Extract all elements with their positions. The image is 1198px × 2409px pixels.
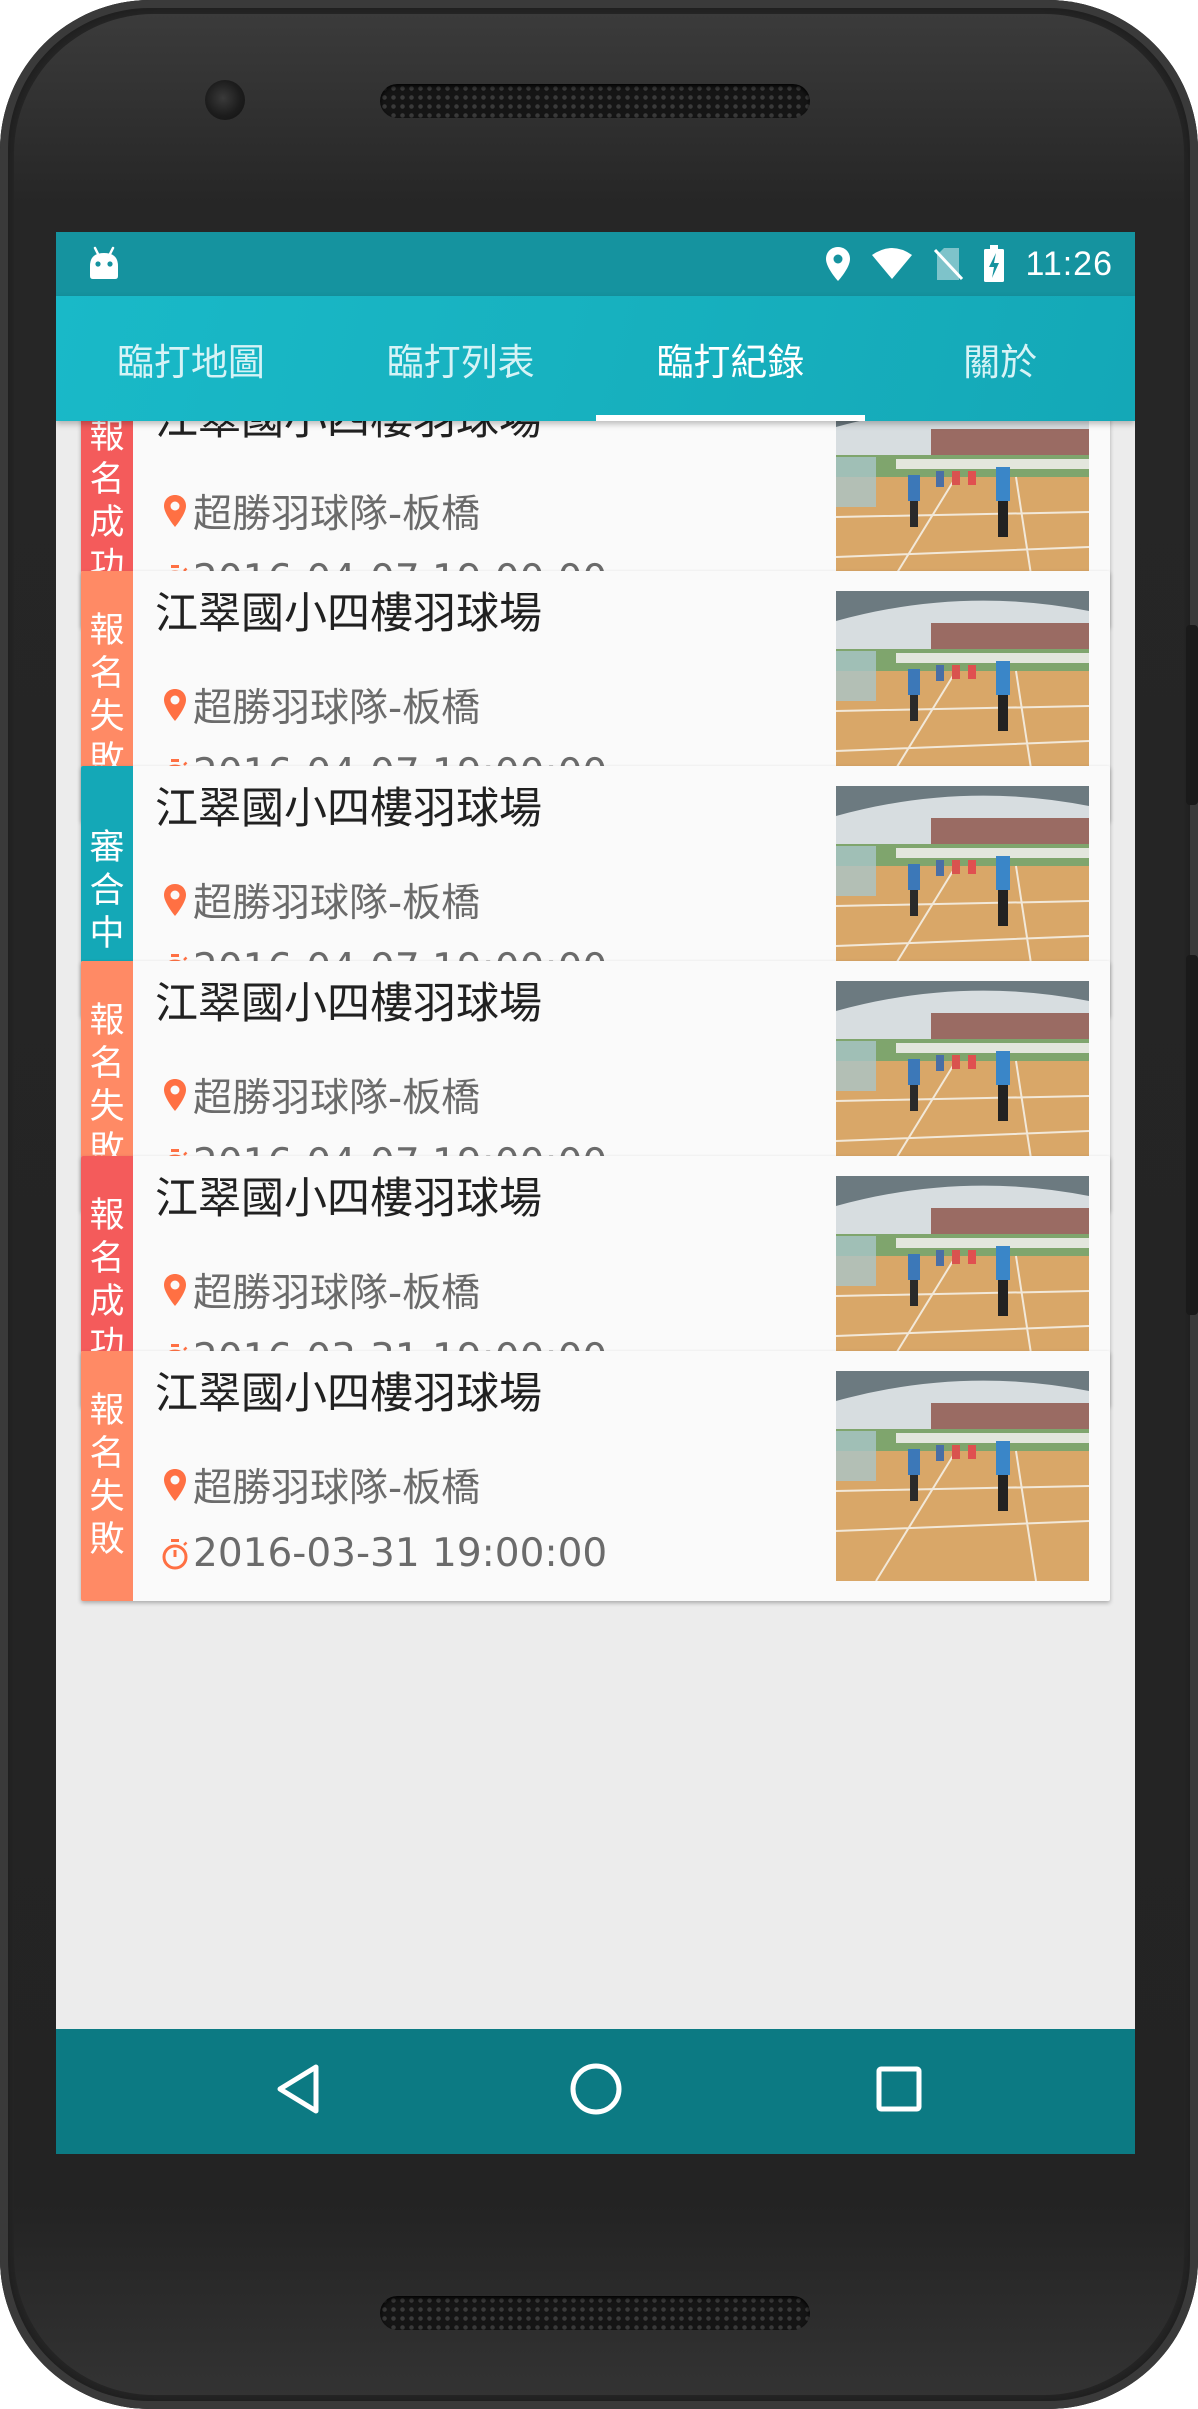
status-char: 名 [89,460,125,500]
location-pin-icon [164,884,186,916]
status-clock: 11:26 [1025,244,1113,283]
venue-name: 江翠國小四樓羽球場 [155,784,542,834]
tab-bar: 臨打地圖 臨打列表 臨打紀錄 關於 [56,296,1135,421]
team-row: 超勝羽球隊-板橋 [161,1262,480,1318]
status-char: 報 [89,1196,125,1236]
team-name: 超勝羽球隊-板橋 [193,1271,481,1316]
datetime-row: 2016-03-31 19:00:00 [161,1531,607,1576]
team-name: 超勝羽球隊-板橋 [193,686,481,731]
tab-label: 關於 [963,340,1038,384]
status-badge: 報名失敗 [81,1351,133,1601]
venue-name: 江翠國小四樓羽球場 [155,1174,542,1224]
status-char: 報 [89,421,125,457]
wifi-icon [872,248,913,279]
team-row: 超勝羽球隊-板橋 [161,677,480,733]
status-char: 名 [89,1434,125,1474]
location-pin-icon [164,689,186,721]
android-icon [90,246,118,279]
record-card[interactable]: 報名失敗江翠國小四樓羽球場 超勝羽球隊-板橋 2016-03-31 19:00:00 [81,1351,1110,1601]
team-row: 超勝羽球隊-板橋 [161,483,480,539]
venue-name: 江翠國小四樓羽球場 [155,421,542,447]
location-pin-icon [164,1274,186,1306]
status-char: 成 [89,1282,125,1322]
location-pin-icon [164,495,186,527]
venue-name: 江翠國小四樓羽球場 [155,1369,542,1419]
tab-label: 臨打紀錄 [656,340,805,384]
record-list[interactable]: 報名成功江翠國小四樓羽球場超勝羽球隊-板橋2016-04-07 19:00:00… [56,421,1135,2029]
status-char: 名 [89,1239,125,1279]
back-icon[interactable] [270,2059,330,2119]
location-pin-icon [164,1469,186,1501]
status-char: 失 [89,697,125,737]
tab-label: 臨打地圖 [116,340,265,384]
location-pin-icon [164,1079,186,1111]
team-name: 超勝羽球隊-板橋 [193,1466,481,1511]
tab-records[interactable]: 臨打紀錄 [595,296,866,421]
volume-button [1186,955,1198,1315]
navigation-bar [56,2029,1135,2154]
team-row: 超勝羽球隊-板橋 [161,1457,480,1513]
status-char: 成 [89,503,125,543]
battery-charging-icon [984,245,1005,282]
status-char: 報 [89,1391,125,1431]
datetime: 2016-03-31 19:00:00 [193,1531,608,1576]
tab-list[interactable]: 臨打列表 [326,296,596,421]
tab-map[interactable]: 臨打地圖 [56,296,326,421]
status-icons: 11:26 [825,232,1113,296]
tab-about[interactable]: 關於 [865,296,1135,421]
status-char: 名 [89,1044,125,1084]
power-button [1186,625,1198,805]
status-char: 名 [89,654,125,694]
court-photo [836,1371,1089,1581]
status-char: 敗 [89,1520,125,1560]
team-row: 超勝羽球隊-板橋 [161,1067,480,1123]
tab-label: 臨打列表 [386,340,535,384]
status-char: 中 [89,913,125,954]
team-name: 超勝羽球隊-板橋 [193,1076,481,1121]
top-speaker [380,84,810,118]
team-row: 超勝羽球隊-板橋 [161,872,480,928]
venue-name: 江翠國小四樓羽球場 [155,589,542,639]
status-char: 合 [89,870,125,911]
screen: 11:26 臨打地圖 臨打列表 臨打紀錄 關於 報名成功江翠國小四樓羽球場超勝羽… [56,232,1135,2154]
status-char: 報 [89,611,125,651]
team-name: 超勝羽球隊-板橋 [193,492,481,537]
bottom-speaker [380,2296,810,2330]
no-sim-icon [934,248,964,281]
home-icon[interactable] [566,2059,626,2119]
status-char: 失 [89,1477,125,1517]
venue-name: 江翠國小四樓羽球場 [155,979,542,1029]
status-char: 失 [89,1087,125,1127]
recents-icon[interactable] [869,2059,929,2119]
status-char: 報 [89,1001,125,1041]
status-bar: 11:26 [56,232,1135,296]
status-char: 審 [89,827,125,868]
team-name: 超勝羽球隊-板橋 [193,881,481,926]
stopwatch-icon [162,1538,188,1569]
front-camera [205,80,245,120]
phone-frame: 11:26 臨打地圖 臨打列表 臨打紀錄 關於 報名成功江翠國小四樓羽球場超勝羽… [0,0,1198,2409]
location-icon [826,247,851,281]
